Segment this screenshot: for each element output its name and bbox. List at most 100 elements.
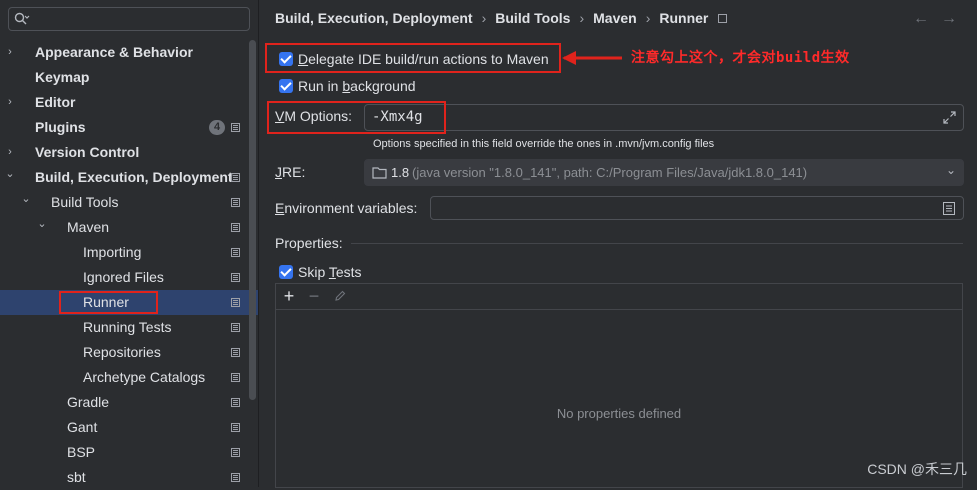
sidebar-item-ignored-files[interactable]: Ignored Files xyxy=(0,265,258,290)
search-icon xyxy=(14,12,30,25)
delegate-checkbox[interactable] xyxy=(279,52,293,66)
project-scope-icon xyxy=(231,223,240,232)
sidebar-item-sbt[interactable]: sbt xyxy=(0,465,258,490)
sidebar-item-label: Runner xyxy=(83,294,129,310)
forward-arrow-icon[interactable]: → xyxy=(941,10,957,28)
sidebar-scrollbar[interactable] xyxy=(249,40,256,400)
breadcrumb-item: Runner xyxy=(659,10,709,26)
sidebar-item-label: Importing xyxy=(83,244,142,260)
back-arrow-icon[interactable]: ← xyxy=(913,10,929,28)
jre-version: 1.8 xyxy=(391,165,410,180)
watermark: CSDN @禾三几 xyxy=(867,461,967,477)
project-scope-icon xyxy=(231,373,240,382)
run-in-background-checkbox[interactable] xyxy=(279,79,293,93)
project-scope-icon xyxy=(718,14,728,23)
label-mnemonic: V xyxy=(275,108,285,124)
skip-tests-label[interactable]: Skip Tests xyxy=(298,264,362,280)
sidebar-item-label: Build, Execution, Deployment xyxy=(35,169,233,185)
properties-toolbar: + − xyxy=(276,284,962,310)
project-scope-icon xyxy=(231,173,240,182)
delegate-label-rest: elegate IDE build/run actions to Maven xyxy=(308,51,549,67)
expand-icon[interactable] xyxy=(943,111,956,124)
breadcrumb: Build, Execution, Deployment › Build Tools… xyxy=(275,10,728,30)
delegate-mnemonic: D xyxy=(298,51,309,67)
sidebar-item-label: Ignored Files xyxy=(83,269,164,285)
sidebar-item-repositories[interactable]: Repositories xyxy=(0,340,258,365)
sidebar-item-gant[interactable]: Gant xyxy=(0,415,258,440)
label-part: nvironment variables: xyxy=(284,200,418,216)
label-mnemonic: E xyxy=(275,200,285,216)
sidebar-item-label: Gant xyxy=(67,419,98,435)
skip-tests-checkbox[interactable] xyxy=(279,265,293,279)
chevron-down-icon[interactable]: ⌄ xyxy=(20,190,32,215)
breadcrumb-item[interactable]: Build Tools xyxy=(495,10,570,26)
vm-options-value: -Xmx4g xyxy=(372,109,423,125)
sidebar-item-archetype-catalogs[interactable]: Archetype Catalogs xyxy=(0,365,258,390)
properties-label: Properties: xyxy=(275,235,343,251)
sidebar-item-maven[interactable]: ⌄ Maven xyxy=(0,215,258,240)
jre-select[interactable]: 1.8 (java version "1.8.0_141", path: C:/… xyxy=(364,159,964,186)
sidebar-item-build-tools[interactable]: ⌄ Build Tools xyxy=(0,190,258,215)
chevron-down-icon[interactable]: ⌄ xyxy=(36,215,48,240)
project-scope-icon xyxy=(231,423,240,432)
sidebar-item-label: sbt xyxy=(67,469,86,485)
run-in-background-label[interactable]: Run in background xyxy=(298,78,416,94)
annotation-text: 注意勾上这个，才会对build生效 xyxy=(631,50,850,66)
sidebar-item-bsp[interactable]: BSP xyxy=(0,440,258,465)
chevron-down-icon[interactable]: ⌄ xyxy=(4,165,16,190)
sidebar-item-appearance-behavior[interactable]: › Appearance & Behavior xyxy=(0,40,258,65)
breadcrumb-item[interactable]: Build, Execution, Deployment xyxy=(275,10,473,26)
sidebar-item-build-execution-deployment[interactable]: ⌄ Build, Execution, Deployment xyxy=(0,165,258,190)
edit-icon[interactable] xyxy=(334,290,346,302)
sidebar-item-importing[interactable]: Importing xyxy=(0,240,258,265)
chevron-right-icon[interactable]: › xyxy=(4,40,16,65)
sidebar-item-runner[interactable]: Runner xyxy=(0,290,258,315)
project-scope-icon xyxy=(231,198,240,207)
vm-options-hint: Options specified in this field override… xyxy=(373,138,715,150)
sidebar-item-label: Plugins xyxy=(35,119,86,135)
project-scope-icon xyxy=(231,123,240,132)
chevron-right-icon: › xyxy=(481,10,487,26)
label-part: RE: xyxy=(282,164,306,180)
sidebar-item-label: Gradle xyxy=(67,394,110,410)
project-scope-icon xyxy=(231,248,240,257)
sidebar-item-version-control[interactable]: › Version Control xyxy=(0,140,258,165)
chevron-right-icon: › xyxy=(579,10,585,26)
sidebar-item-running-tests[interactable]: Running Tests xyxy=(0,315,258,340)
project-scope-icon xyxy=(231,323,240,332)
sidebar-item-label: Running Tests xyxy=(83,319,172,335)
browse-icon[interactable] xyxy=(943,202,955,215)
sidebar-item-label: Archetype Catalogs xyxy=(83,369,206,385)
sidebar-item-editor[interactable]: › Editor xyxy=(0,90,258,115)
sidebar-item-label: BSP xyxy=(67,444,96,460)
project-scope-icon xyxy=(231,448,240,457)
updates-badge: 4 xyxy=(209,120,225,135)
jre-label: JRE: xyxy=(275,164,305,180)
sidebar-item-label: Repositories xyxy=(83,344,161,360)
label-part: Run in xyxy=(298,78,343,94)
remove-icon[interactable]: − xyxy=(305,287,323,305)
sidebar-item-label: Keymap xyxy=(35,69,90,85)
label-mnemonic: J xyxy=(275,164,282,180)
sidebar-item-plugins[interactable]: Plugins 4 xyxy=(0,115,258,140)
sidebar-item-label: Appearance & Behavior xyxy=(35,44,193,60)
settings-sidebar: › Appearance & Behavior Keymap › Editor Plugi… xyxy=(0,0,259,487)
env-vars-field[interactable] xyxy=(430,196,964,220)
sidebar-item-label: Maven xyxy=(67,219,110,235)
sidebar-item-gradle[interactable]: Gradle xyxy=(0,390,258,415)
label-mnemonic: b xyxy=(342,78,351,94)
add-icon[interactable]: + xyxy=(280,287,298,305)
settings-search-input[interactable] xyxy=(8,7,250,31)
chevron-right-icon[interactable]: › xyxy=(4,90,16,115)
project-scope-icon xyxy=(231,273,240,282)
sidebar-item-label: Version Control xyxy=(35,144,140,160)
sidebar-item-keymap[interactable]: Keymap xyxy=(0,65,258,90)
folder-icon xyxy=(372,167,387,179)
sidebar-item-label: Build Tools xyxy=(51,194,119,210)
vm-options-field[interactable]: -Xmx4g xyxy=(364,104,964,131)
label-mnemonic: T xyxy=(328,264,336,280)
breadcrumb-item[interactable]: Maven xyxy=(593,10,637,26)
chevron-right-icon[interactable]: › xyxy=(4,140,16,165)
project-scope-icon xyxy=(231,473,240,482)
delegate-checkbox-label[interactable]: Delegate IDE build/run actions to Maven xyxy=(298,51,549,67)
